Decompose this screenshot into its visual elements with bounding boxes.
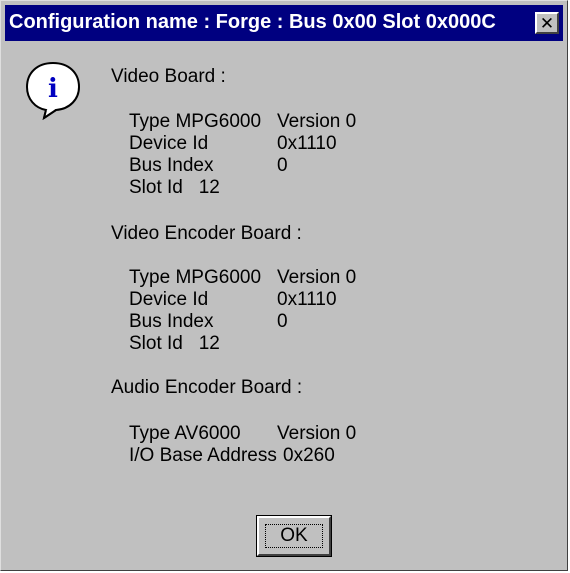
audio-encoder-board-io-base-label: I/O Base Address xyxy=(129,445,277,466)
configuration-dialog: Configuration name : Forge : Bus 0x00 Sl… xyxy=(0,0,568,571)
information-icon: i xyxy=(25,61,81,120)
video-board-device-id-value: 0x1110 xyxy=(277,133,337,154)
video-board-bus-index-value: 0 xyxy=(277,155,288,176)
ok-button-label: OK xyxy=(265,524,323,548)
video-encoder-board-device-id-value: 0x1110 xyxy=(277,289,337,310)
title-bar[interactable]: Configuration name : Forge : Bus 0x00 Sl… xyxy=(5,5,563,41)
video-encoder-board-type: Type MPG6000 xyxy=(129,267,262,288)
video-board-slot-id: Slot Id 12 xyxy=(129,177,220,198)
video-encoder-board-slot-id: Slot Id 12 xyxy=(129,333,220,354)
video-board-type: Type MPG6000 xyxy=(129,111,262,132)
close-icon: ✕ xyxy=(539,13,555,33)
video-board-device-id-label: Device Id xyxy=(129,133,209,154)
ok-button[interactable]: OK xyxy=(256,515,332,557)
close-button[interactable]: ✕ xyxy=(535,12,559,34)
audio-encoder-board-version: Version 0 xyxy=(277,423,357,444)
video-encoder-board-bus-index-value: 0 xyxy=(277,311,288,332)
video-encoder-board-bus-index-label: Bus Index xyxy=(129,311,214,332)
video-board-bus-index-label: Bus Index xyxy=(129,155,214,176)
window-title: Configuration name : Forge : Bus 0x00 Sl… xyxy=(9,11,496,33)
audio-encoder-board-heading: Audio Encoder Board : xyxy=(111,377,303,398)
info-glyph: i xyxy=(48,74,58,104)
video-board-heading: Video Board : xyxy=(111,66,226,87)
video-encoder-board-device-id-label: Device Id xyxy=(129,289,209,310)
video-encoder-board-heading: Video Encoder Board : xyxy=(111,223,302,244)
video-encoder-board-version: Version 0 xyxy=(277,267,357,288)
video-board-version: Version 0 xyxy=(277,111,357,132)
audio-encoder-board-type: Type AV6000 xyxy=(129,423,241,444)
audio-encoder-board-io-base-value: 0x260 xyxy=(283,445,335,466)
